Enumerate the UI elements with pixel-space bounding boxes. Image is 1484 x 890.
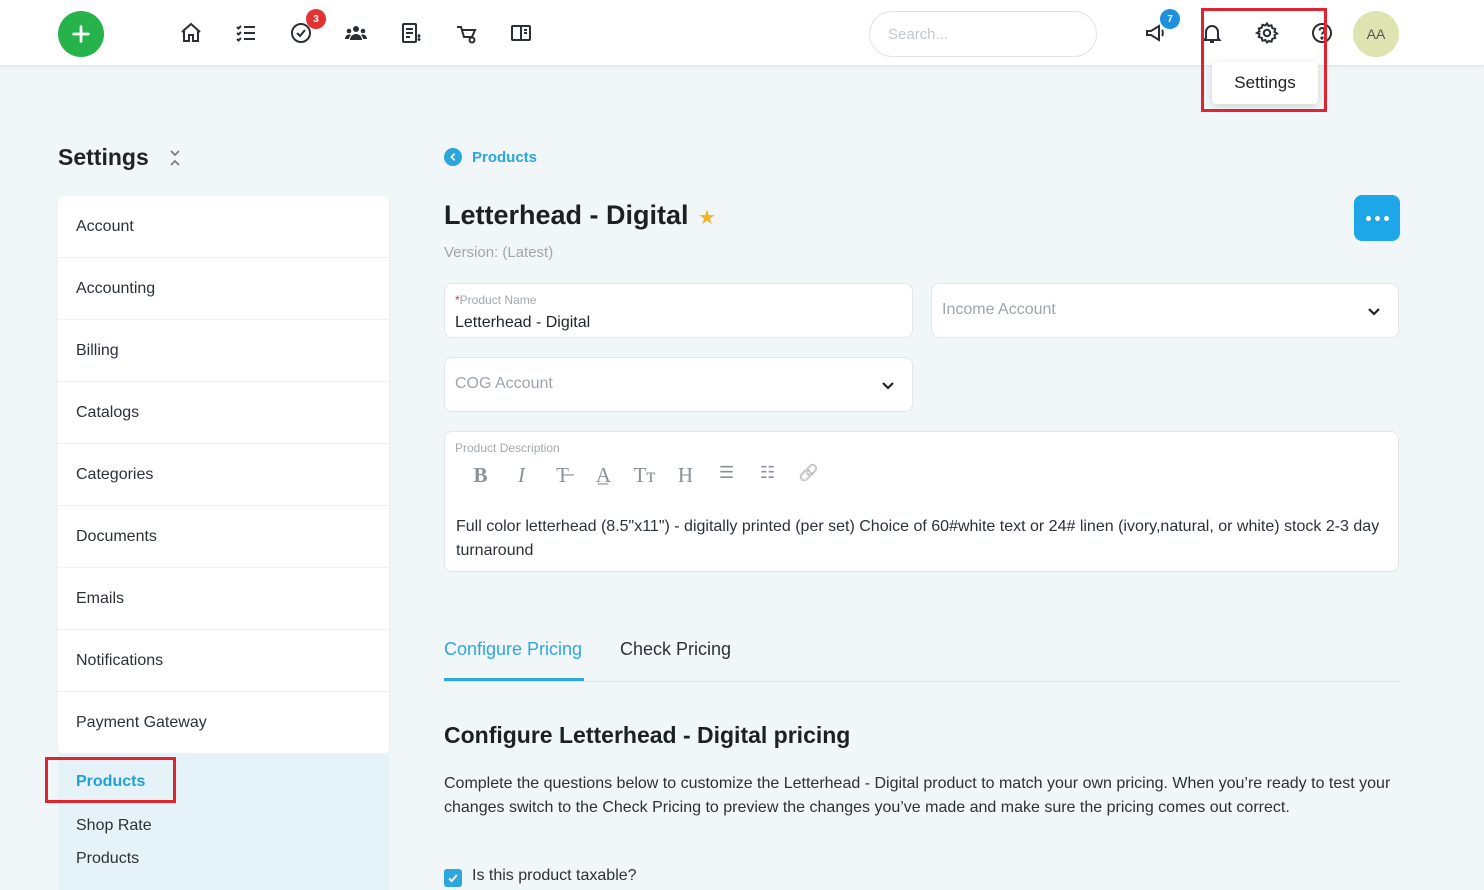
- rich-text-toolbar: B I T̶ A̲ Tт H ☰ ☷ 🔗: [460, 463, 829, 488]
- breadcrumb[interactable]: Products: [444, 148, 537, 166]
- sidebar-item-billing[interactable]: Billing: [58, 320, 389, 382]
- tasks-badge: 3: [306, 9, 326, 29]
- product-name-label: *Product Name: [455, 293, 537, 307]
- products-highlight-box: [45, 757, 176, 803]
- settings-menu: Account Accounting Billing Catalogs Cate…: [58, 196, 389, 754]
- tab-divider: [444, 681, 1400, 682]
- section-description: Complete the questions below to customiz…: [444, 775, 1391, 816]
- sidebar-item-notifications[interactable]: Notifications: [58, 630, 389, 692]
- avatar[interactable]: AA: [1353, 11, 1399, 57]
- product-description-label: Product Description: [455, 441, 560, 455]
- tab-check-pricing[interactable]: Check Pricing: [620, 639, 731, 660]
- book-icon[interactable]: [507, 19, 535, 47]
- product-description-text[interactable]: Full color letterhead (8.5"x11") - digit…: [456, 515, 1391, 563]
- active-tab-indicator: [444, 678, 584, 681]
- text-color-icon[interactable]: A̲: [583, 463, 624, 488]
- italic-icon[interactable]: I: [501, 463, 542, 488]
- income-account-select[interactable]: Income Account: [931, 283, 1399, 338]
- sidebar-item-payment-gateway[interactable]: Payment Gateway: [58, 692, 389, 754]
- bullet-list-icon[interactable]: ☰: [706, 463, 747, 488]
- tasks-list-icon[interactable]: [232, 19, 260, 47]
- more-options-button[interactable]: [1354, 195, 1400, 241]
- settings-title: Settings: [58, 144, 149, 170]
- collapse-icon[interactable]: [166, 148, 184, 168]
- star-icon[interactable]: ★: [698, 205, 716, 230]
- bold-icon[interactable]: B: [460, 463, 501, 488]
- invoice-icon[interactable]: [397, 19, 425, 47]
- font-size-icon[interactable]: Tт: [624, 463, 665, 488]
- tab-configure-pricing[interactable]: Configure Pricing: [444, 639, 582, 660]
- product-name-field[interactable]: *Product Name Letterhead - Digital: [444, 283, 913, 338]
- chevron-down-icon: [1368, 308, 1380, 316]
- page-title: Letterhead - Digital: [444, 200, 689, 230]
- cog-account-placeholder: COG Account: [455, 375, 553, 392]
- sidebar-item-catalogs[interactable]: Catalogs: [58, 382, 389, 444]
- sidebar-subitem-products[interactable]: Products: [76, 850, 139, 868]
- taxable-checkbox[interactable]: [444, 869, 462, 887]
- back-arrow-icon[interactable]: [444, 148, 462, 166]
- catalog-icon[interactable]: [452, 19, 480, 47]
- team-icon[interactable]: [342, 19, 370, 47]
- add-button[interactable]: [58, 11, 104, 57]
- search-input[interactable]: [869, 11, 1097, 57]
- income-account-placeholder: Income Account: [942, 301, 1056, 318]
- sidebar-item-documents[interactable]: Documents: [58, 506, 389, 568]
- sidebar-item-categories[interactable]: Categories: [58, 444, 389, 506]
- home-icon[interactable]: [177, 19, 205, 47]
- heading-icon[interactable]: H: [665, 463, 706, 488]
- numbered-list-icon[interactable]: ☷: [747, 463, 788, 488]
- strikethrough-icon[interactable]: T̶: [542, 463, 583, 488]
- sidebar-subitem-shop-rate[interactable]: Shop Rate: [76, 817, 152, 835]
- cog-account-select[interactable]: COG Account: [444, 357, 913, 412]
- version-label: Version: (Latest): [444, 244, 554, 261]
- announcements-badge: 7: [1160, 9, 1180, 29]
- breadcrumb-label[interactable]: Products: [472, 149, 537, 166]
- section-title: Configure Letterhead - Digital pricing: [444, 722, 851, 748]
- sidebar-item-account[interactable]: Account: [58, 196, 389, 258]
- plus-icon: [72, 25, 90, 43]
- sidebar-item-emails[interactable]: Emails: [58, 568, 389, 630]
- sidebar-item-accounting[interactable]: Accounting: [58, 258, 389, 320]
- settings-highlight-box: [1201, 8, 1327, 112]
- product-name-value[interactable]: Letterhead - Digital: [455, 314, 590, 332]
- taxable-label: Is this product taxable?: [472, 867, 637, 884]
- link-icon[interactable]: 🔗: [788, 463, 829, 488]
- chevron-down-icon: [882, 382, 894, 390]
